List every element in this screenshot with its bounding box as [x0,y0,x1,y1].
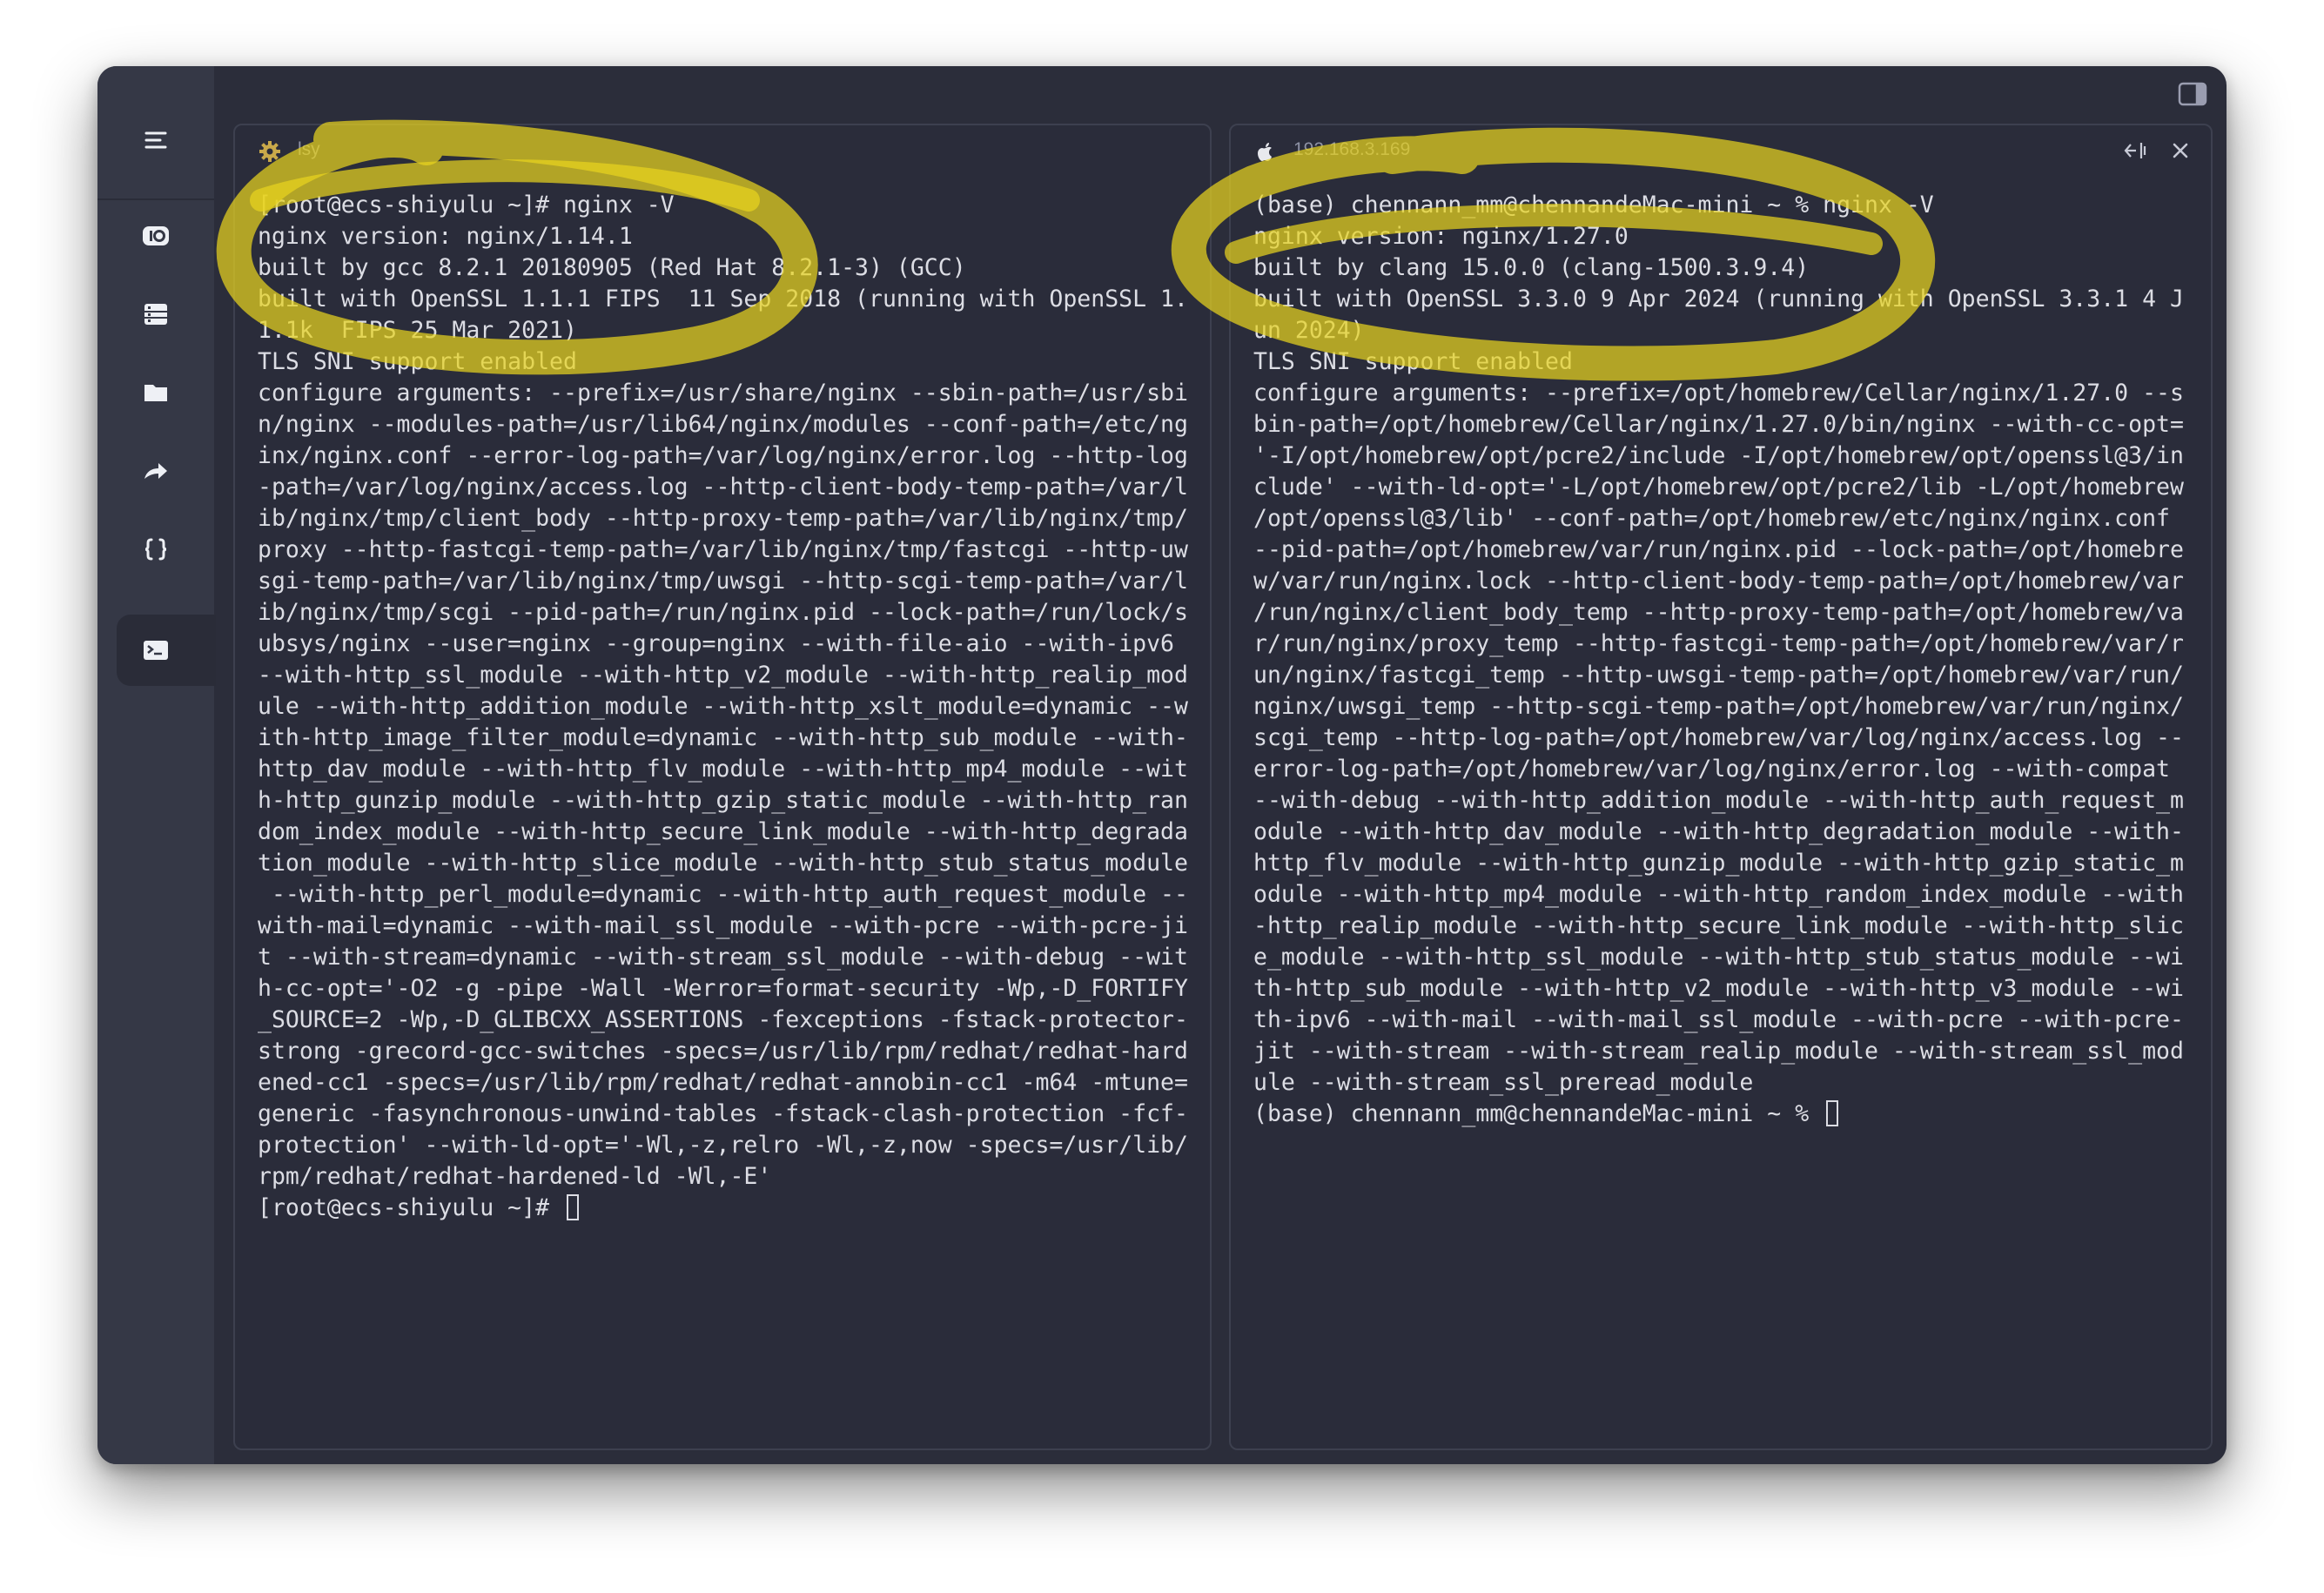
terminal-line: sgi-temp-path=/var/lib/nginx/tmp/uwsgi -… [258,568,1188,595]
terminal-output[interactable]: [root@ecs-shiyulu ~]# nginx -V nginx ver… [258,190,1192,1224]
terminal-line: configure arguments: --prefix=/usr/share… [258,380,1188,407]
terminal-line: bin-path=/opt/homebrew/Cellar/nginx/1.27… [1253,411,2184,438]
terminal-line: scgi_temp --http-log-path=/opt/homebrew/… [1253,724,2184,751]
terminal-line: ened-cc1 -specs=/usr/lib/rpm/redhat/redh… [258,1069,1188,1096]
terminal-line: ule --with-stream_ssl_preread_module [1253,1069,1754,1096]
terminal-pane-right[interactable]: 192.168.3.169 (base) chennann_mm@chennan… [1229,124,2213,1450]
terminal-pane-left[interactable]: lsy [root@ecs-shiyulu ~]# nginx -V nginx… [233,124,1212,1450]
terminal-line: un/nginx/fastcgi_temp --http-uwsgi-temp-… [1253,662,2184,689]
terminal-line: [root@ecs-shiyulu ~]# nginx -V [258,192,675,218]
terminal-line: h-http_gunzip_module --with-http_gzip_st… [258,787,1188,814]
terminal-icon[interactable] [97,620,214,681]
terminal-line: generic -fasynchronous-unwind-tables -fs… [258,1100,1188,1127]
terminal-line: jit --with-stream --with-stream_realip_m… [1253,1038,2184,1065]
terminal-line: --with-http_perl_module=dynamic --with-h… [271,881,1188,908]
terminal-line: rpm/redhat/redhat-hardened-ld -Wl,-E' [258,1163,772,1190]
servers-icon[interactable] [97,284,214,345]
sidebar-divider [97,198,214,200]
terminal-line: odule --with-http_mp4_module --with-http… [1253,881,2184,908]
terminal-line: --with-http_ssl_module --with-http_v2_mo… [258,662,1188,689]
forward-icon[interactable] [97,440,214,501]
terminal-line: ib/nginx/tmp/client_body --http-proxy-te… [258,505,1188,532]
terminal-line: n/nginx --modules-path=/usr/lib64/nginx/… [258,411,1188,438]
terminal-line: built by gcc 8.2.1 20180905 (Red Hat 8.2… [258,254,966,281]
terminal-line: inx/nginx.conf --error-log-path=/var/log… [258,442,1188,469]
terminal-line: TLS SNI support enabled [1253,348,1573,375]
terminal-line: strong -grecord-gcc-switches -specs=/usr… [258,1038,1188,1065]
terminal-line: -http_realip_module --with-http_secure_l… [1253,912,2184,939]
split-pane-icon[interactable] [2122,138,2148,164]
terminal-line: (base) chennann_mm@chennandeMac-mini ~ %… [1253,192,1934,218]
terminal-line: built with OpenSSL 1.1.1 FIPS 11 Sep 201… [258,286,1188,313]
terminal-line: TLS SNI support enabled [258,348,577,375]
terminal-line: built with OpenSSL 3.3.0 9 Apr 2024 (run… [1253,286,2184,313]
terminal-line: nginx/uwsgi_temp --http-scgi-temp-path=/… [1253,693,2184,720]
terminal-line: http_flv_module --with-http_gunzip_modul… [1253,850,2184,877]
terminal-line: r/run/nginx/proxy_temp --http-fastcgi-te… [1253,630,2184,657]
folder-icon[interactable] [97,362,214,423]
terminal-line: e_module --with-http_ssl_module --with-h… [1253,944,2184,971]
gear-icon [258,139,282,164]
terminal-line: protection' --with-ld-opt='-Wl,-z,relro … [258,1132,1188,1159]
terminal-line: error-log-path=/opt/homebrew/var/log/ngi… [1253,756,2170,783]
terminal-line: built by clang 15.0.0 (clang-1500.3.9.4) [1253,254,1810,281]
sftp-icon[interactable] [97,205,214,266]
terminal-line: with-mail=dynamic --with-mail_ssl_module… [258,912,1188,939]
sidebar [97,66,216,1464]
pane-header: 192.168.3.169 [1231,125,2211,178]
terminal-line: /opt/openssl@3/lib' --conf-path=/opt/hom… [1253,505,2170,532]
terminal-line: nginx version: nginx/1.14.1 [258,223,633,250]
terminal-prompt: [root@ecs-shiyulu ~]# [258,1194,563,1221]
terminal-line: th-http_sub_module --with-http_v2_module… [1253,975,2184,1002]
terminal-line: nginx version: nginx/1.27.0 [1253,223,1629,250]
terminal-line: configure arguments: --prefix=/opt/homeb… [1253,380,2184,407]
terminal-output[interactable]: (base) chennann_mm@chennandeMac-mini ~ %… [1253,190,2193,1130]
terminal-line: th-ipv6 --with-mail --with-mail_ssl_modu… [1253,1006,2184,1033]
terminal-line: ib/nginx/tmp/scgi --pid-path=/run/nginx.… [258,599,1188,626]
terminal-lines: (base) chennann_mm@chennandeMac-mini ~ %… [1253,192,2184,1096]
terminal-line: 1.1k FIPS 25 Mar 2021) [258,317,577,344]
terminal-cursor [1826,1100,1839,1126]
apple-icon [1253,139,1278,164]
close-icon[interactable] [2167,138,2193,164]
terminal-line: ubsys/nginx --user=nginx --group=nginx -… [258,630,1174,657]
terminal-cursor [567,1194,579,1220]
terminal-lines: [root@ecs-shiyulu ~]# nginx -V nginx ver… [258,192,1188,1190]
pane-title: lsy [298,139,320,159]
pane-title: 192.168.3.169 [1293,139,1411,159]
terminal-line: clude' --with-ld-opt='-L/opt/homebrew/op… [1253,474,2184,501]
terminal-line: _SOURCE=2 -Wp,-D_GLIBCXX_ASSERTIONS -fex… [258,1006,1188,1033]
app-window: lsy [root@ecs-shiyulu ~]# nginx -V nginx… [97,66,2227,1464]
terminal-prompt: (base) chennann_mm@chennandeMac-mini ~ % [1253,1100,1824,1127]
terminal-line: '-I/opt/homebrew/opt/pcre2/include -I/op… [1253,442,2184,469]
menu-icon[interactable] [97,110,214,171]
terminal-line: tion_module --with-http_slice_module --w… [258,850,1188,877]
pane-header: lsy [235,125,1210,178]
terminal-line: dom_index_module --with-http_secure_link… [258,818,1188,845]
terminal-line: odule --with-http_dav_module --with-http… [1253,818,2184,845]
terminal-line: ith-http_image_filter_module=dynamic --w… [258,724,1188,751]
terminal-line: --with-debug --with-http_addition_module… [1253,787,2184,814]
terminal-line: t --with-stream=dynamic --with-stream_ss… [258,944,1188,971]
terminal-line: un 2024) [1253,317,1365,344]
terminal-line: http_dav_module --with-http_flv_module -… [258,756,1188,783]
toggle-panel-icon[interactable] [2178,82,2207,106]
terminal-line: proxy --http-fastcgi-temp-path=/var/lib/… [258,536,1188,563]
terminal-line: -path=/var/log/nginx/access.log --http-c… [258,474,1188,501]
snippets-icon[interactable] [97,519,214,580]
terminal-line: ule --with-http_addition_module --with-h… [258,693,1188,720]
terminal-line: /run/nginx/client_body_temp --http-proxy… [1253,599,2184,626]
terminal-line: h-cc-opt='-O2 -g -pipe -Wall -Werror=for… [258,975,1188,1002]
terminal-line: w/var/run/nginx.lock --http-client-body-… [1253,568,2184,595]
terminal-line: --pid-path=/opt/homebrew/var/run/nginx.p… [1253,536,2184,563]
